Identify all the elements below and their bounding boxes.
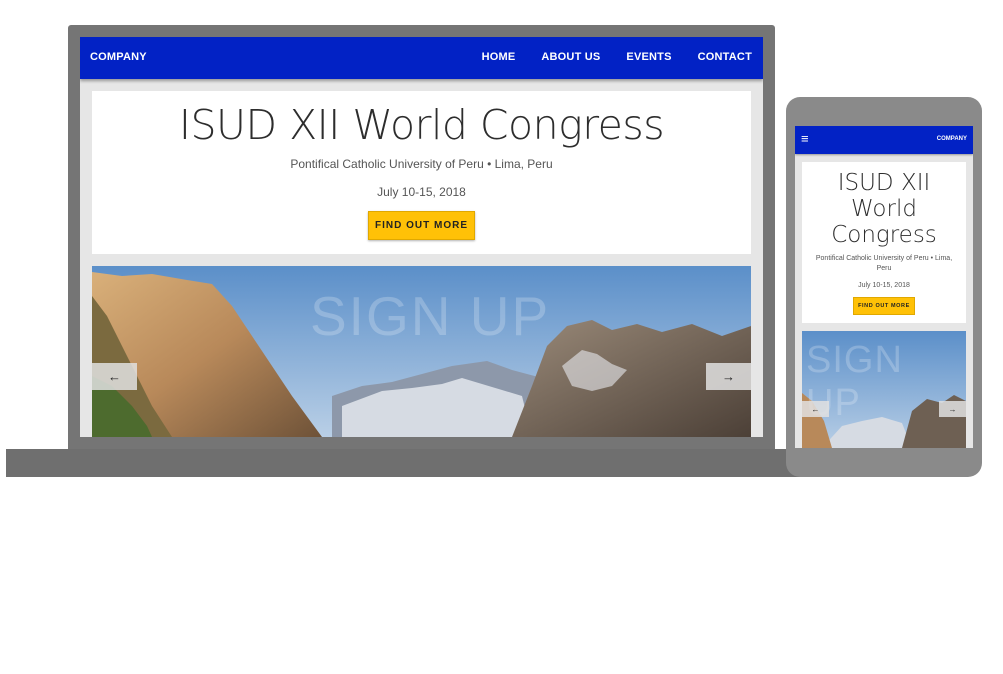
slide-caption: SIGN UP: [310, 285, 551, 347]
mobile-find-out-more-button[interactable]: FIND OUT MORE: [853, 297, 915, 315]
nav-about-us[interactable]: ABOUT US: [541, 51, 600, 63]
mobile-hero-subtitle: Pontifical Catholic University of Peru •…: [815, 255, 953, 272]
carousel-prev-button[interactable]: ←: [92, 363, 137, 390]
hero-subtitle: Pontifical Catholic University of Peru •…: [290, 157, 553, 171]
mobile-hero-card: ISUD XII World Congress Pontifical Catho…: [802, 162, 966, 323]
image-carousel: SIGN UP ← →: [92, 266, 751, 437]
find-out-more-button[interactable]: FIND OUT MORE: [368, 211, 475, 240]
brand-logo[interactable]: COMPANY: [90, 51, 147, 63]
mobile-navbar: ≡ COMPANY: [795, 126, 973, 154]
arrow-right-icon: →: [722, 369, 735, 384]
nav-events[interactable]: EVENTS: [626, 51, 671, 63]
arrow-left-icon: ←: [108, 369, 121, 384]
mobile-page-title: ISUD XII World Congress: [831, 170, 937, 248]
laptop-screen: COMPANY HOME ABOUT US EVENTS CONTACT ISU…: [80, 37, 763, 437]
navbar: COMPANY HOME ABOUT US EVENTS CONTACT: [80, 37, 763, 79]
mobile-arrow-left-icon: ←: [811, 404, 820, 414]
hero-card: ISUD XII World Congress Pontifical Catho…: [92, 91, 751, 254]
mobile-brand-logo[interactable]: COMPANY: [937, 136, 967, 142]
page-title: ISUD XII World Congress: [178, 101, 665, 149]
hamburger-menu-icon[interactable]: ≡: [801, 132, 809, 146]
phone-screen: ≡ COMPANY ISUD XII World Congress Pontif…: [795, 126, 973, 448]
nav-contact[interactable]: CONTACT: [698, 51, 752, 63]
mobile-carousel-prev-button[interactable]: ←: [802, 401, 829, 417]
mobile-hero-date: July 10-15, 2018: [858, 282, 910, 289]
nav-home[interactable]: HOME: [482, 51, 516, 63]
carousel-next-button[interactable]: →: [706, 363, 751, 390]
mobile-arrow-right-icon: →: [948, 404, 957, 414]
mobile-image-carousel: SIGN UP ← →: [802, 331, 966, 448]
mobile-carousel-next-button[interactable]: →: [939, 401, 966, 417]
nav-links: HOME ABOUT US EVENTS CONTACT: [482, 51, 752, 63]
laptop-base: [6, 449, 836, 477]
hero-date: July 10-15, 2018: [377, 185, 466, 199]
